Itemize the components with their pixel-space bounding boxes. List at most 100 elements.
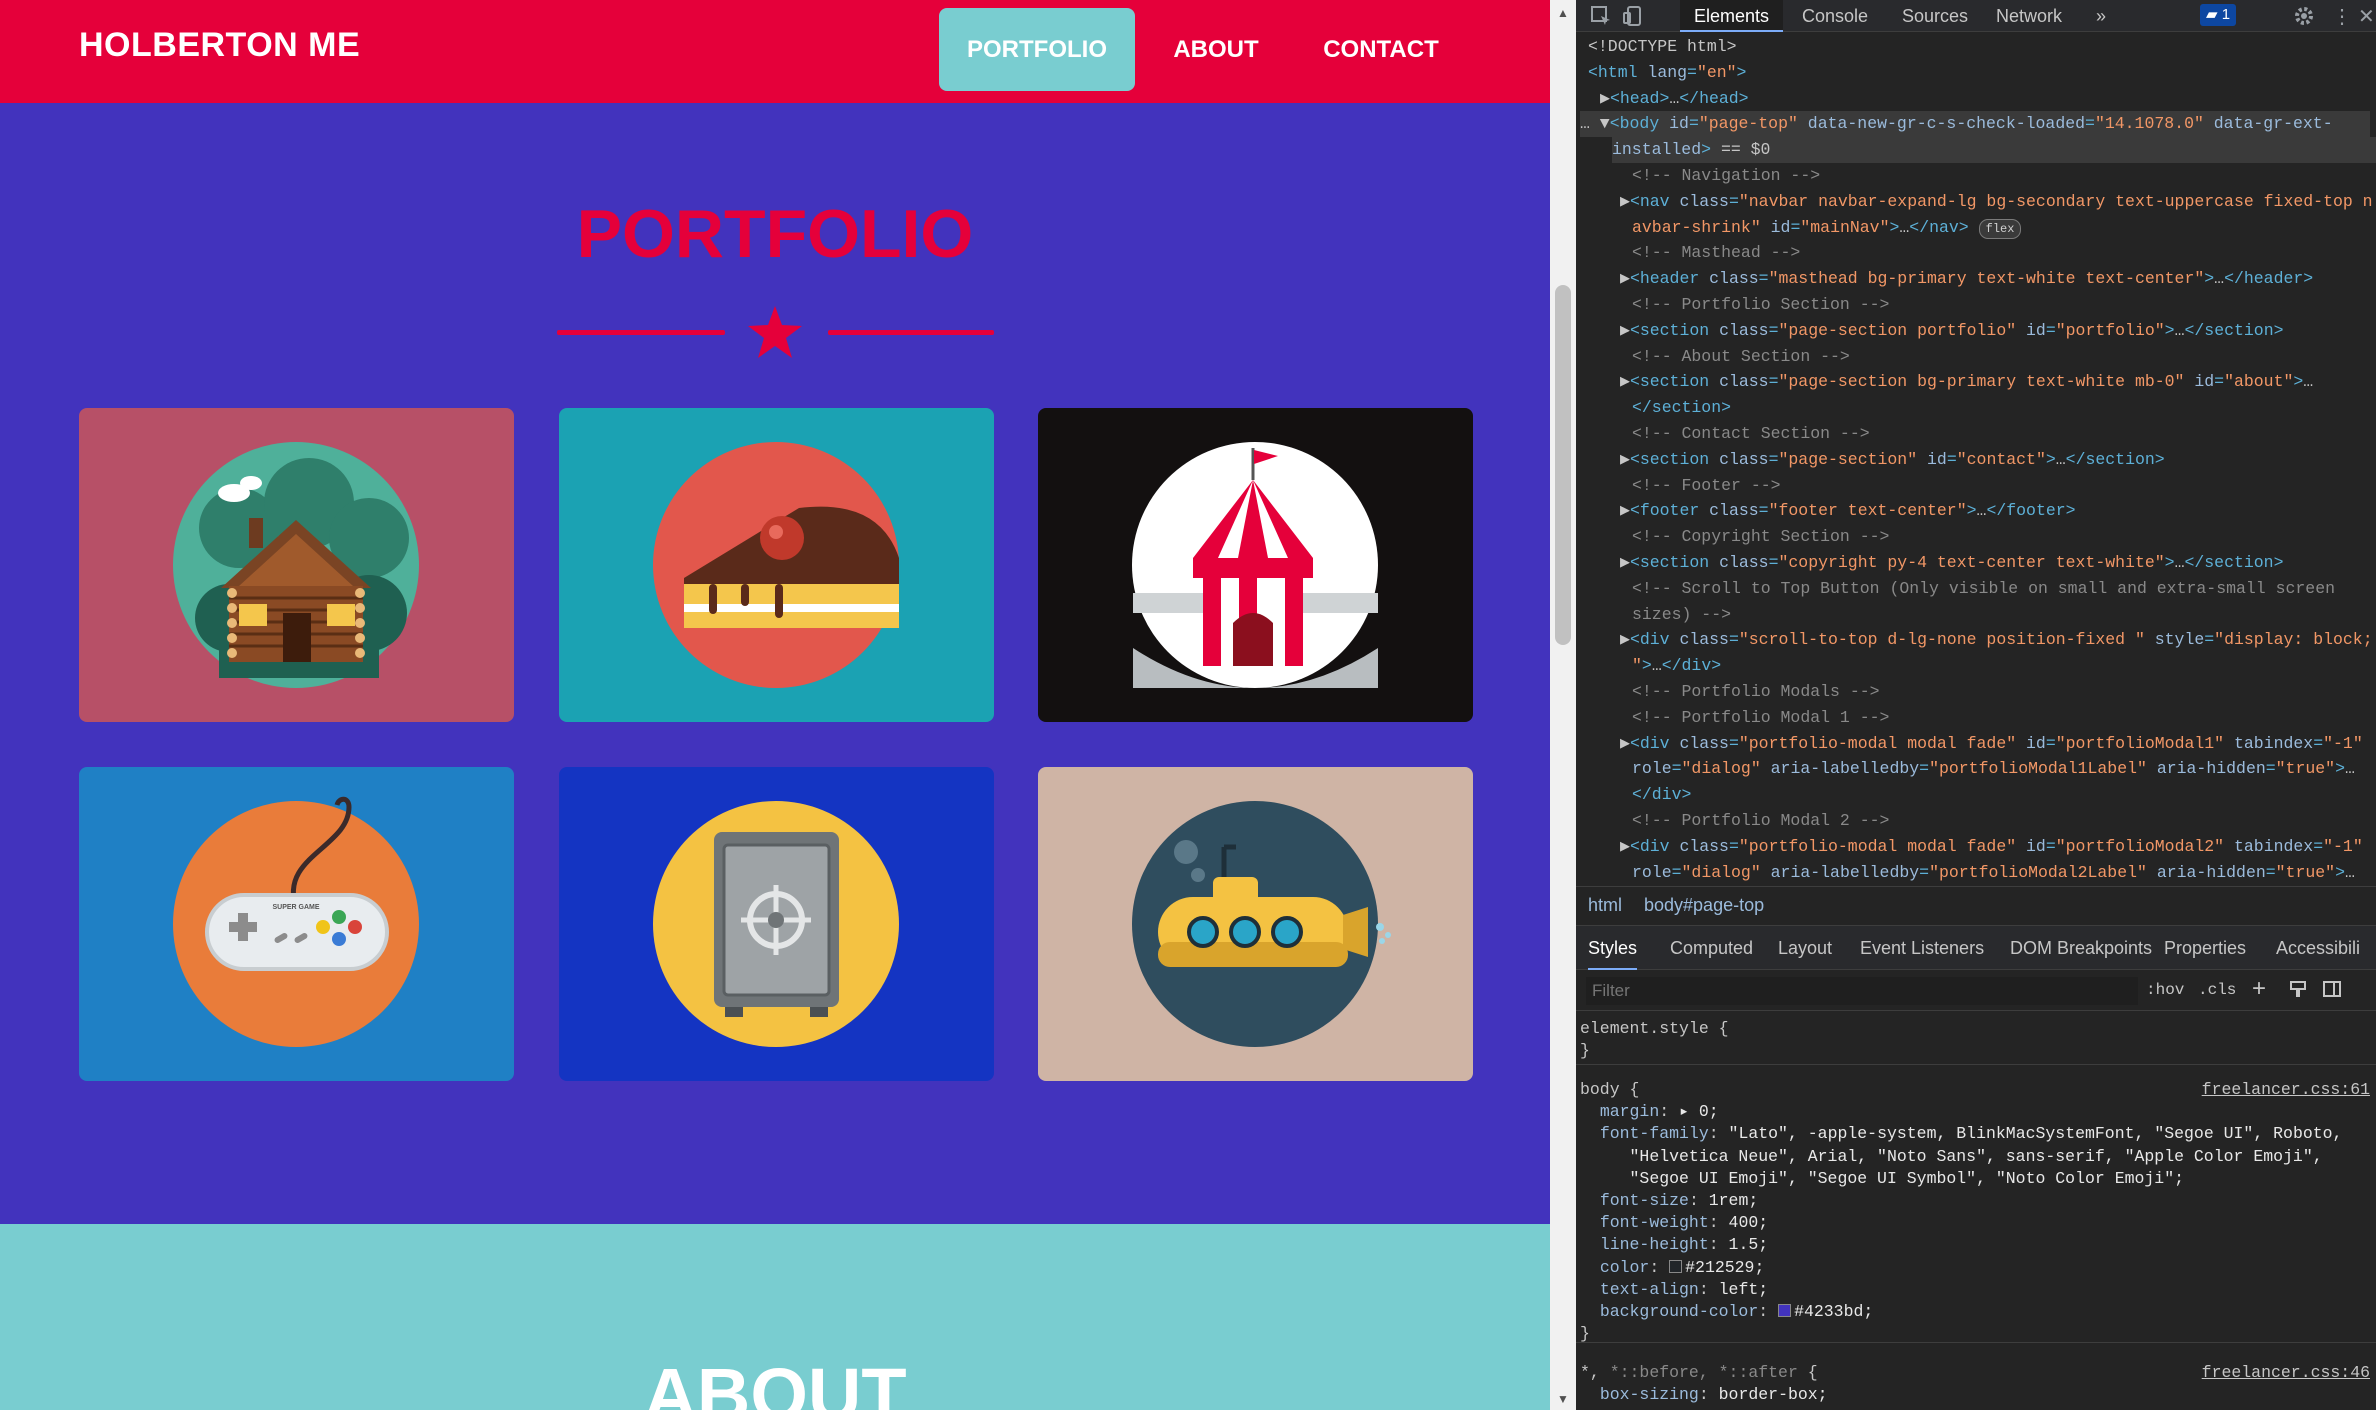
game-controller-icon: SUPER GAME: [79, 767, 514, 1081]
breadcrumb: html body#page-top: [1576, 886, 2376, 926]
new-style-rule-icon[interactable]: +: [2252, 975, 2266, 1003]
dom-node-line[interactable]: ▶<section class="page-section bg-primary…: [1620, 369, 2376, 395]
nav-link-about[interactable]: ABOUT: [1150, 8, 1282, 91]
style-declaration-line[interactable]: font-weight: 400;: [1580, 1212, 1768, 1234]
dom-node-line[interactable]: ▶<div class="portfolio-modal modal fade"…: [1620, 834, 2376, 860]
dom-node-line[interactable]: </div>: [1632, 782, 2376, 808]
style-declaration-line[interactable]: body {: [1580, 1079, 1639, 1101]
styles-tabbar: Styles Computed Layout Event Listeners D…: [1576, 926, 2376, 970]
dom-node-line[interactable]: <!-- Portfolio Section -->: [1632, 292, 2376, 318]
style-declaration-line[interactable]: "Helvetica Neue", Arial, "Noto Sans", sa…: [1580, 1146, 2323, 1168]
dom-node-line[interactable]: installed> == $0: [1612, 137, 2376, 163]
tab-styles[interactable]: Styles: [1588, 926, 1638, 970]
dom-node-line[interactable]: ▶<nav class="navbar navbar-expand-lg bg-…: [1620, 189, 2376, 215]
stylesheet-source-link[interactable]: freelancer.css:61: [2202, 1079, 2370, 1101]
dom-node-line[interactable]: ▶<div class="scroll-to-top d-lg-none pos…: [1620, 627, 2376, 653]
gear-icon[interactable]: [2292, 4, 2316, 28]
scroll-up-arrow-icon[interactable]: ▲: [1557, 6, 1569, 20]
tab-sources[interactable]: Sources: [1902, 0, 1968, 32]
dom-node-line[interactable]: role="dialog" aria-labelledby="portfolio…: [1632, 756, 2376, 782]
dom-node-line[interactable]: <!-- Contact Section -->: [1632, 421, 2376, 447]
dom-node-line[interactable]: <!-- Copyright Section -->: [1632, 524, 2376, 550]
portfolio-item-cabin[interactable]: [79, 408, 514, 722]
inspect-element-icon[interactable]: [1590, 5, 1612, 27]
portfolio-item-submarine[interactable]: [1038, 767, 1473, 1081]
style-declaration-line[interactable]: line-height: 1.5;: [1580, 1234, 1768, 1256]
page-scrollbar[interactable]: ▲ ▼: [1550, 0, 1576, 1410]
dom-node-line[interactable]: <!-- Scroll to Top Button (Only visible …: [1632, 576, 2376, 602]
dom-node-line[interactable]: <!-- Portfolio Modal 1 -->: [1632, 705, 2376, 731]
style-declaration-line[interactable]: font-family: "Lato", -apple-system, Blin…: [1580, 1123, 2343, 1145]
portfolio-item-safe[interactable]: [559, 767, 994, 1081]
brand-link[interactable]: HOLBERTON ME: [79, 26, 360, 65]
style-declaration-line[interactable]: }: [1580, 1407, 1590, 1410]
style-declaration-line[interactable]: text-align: left;: [1580, 1279, 1768, 1301]
close-icon[interactable]: ✕: [2358, 4, 2375, 29]
style-declaration-line[interactable]: background-color: #4233bd;: [1580, 1301, 1873, 1323]
tab-layout[interactable]: Layout: [1778, 926, 1832, 970]
dom-node-line[interactable]: <!-- About Section -->: [1632, 344, 2376, 370]
nav-link-contact[interactable]: CONTACT: [1300, 8, 1462, 91]
dom-node-line[interactable]: role="dialog" aria-labelledby="portfolio…: [1632, 860, 2376, 886]
dom-node-line[interactable]: … ▼<body id="page-top" data-new-gr-c-s-c…: [1580, 111, 2370, 138]
dom-node-line[interactable]: ▶<section class="page-section portfolio"…: [1620, 318, 2376, 344]
dom-node-line[interactable]: <!-- Portfolio Modal 2 -->: [1632, 808, 2376, 834]
portfolio-item-circus[interactable]: [1038, 408, 1473, 722]
stylesheet-source-link[interactable]: freelancer.css:46: [2202, 1362, 2370, 1384]
dom-node-line[interactable]: ▶<div class="portfolio-modal modal fade"…: [1620, 731, 2376, 757]
dom-node-line[interactable]: <!-- Masthead -->: [1632, 240, 2376, 266]
dom-node-line[interactable]: ▶<section class="page-section" id="conta…: [1620, 447, 2376, 473]
nav-link-portfolio[interactable]: PORTFOLIO: [939, 8, 1135, 91]
hov-toggle[interactable]: :hov: [2146, 981, 2184, 999]
dom-node-line[interactable]: avbar-shrink" id="mainNav">…</nav> flex: [1632, 215, 2376, 241]
scroll-down-arrow-icon[interactable]: ▼: [1557, 1392, 1569, 1406]
scroll-thumb[interactable]: [1555, 285, 1571, 645]
dom-node-line[interactable]: ">…</div>: [1632, 653, 2376, 679]
style-declaration-line[interactable]: *, *::before, *::after {: [1580, 1362, 1818, 1384]
kebab-menu-icon[interactable]: ⋮: [2332, 4, 2352, 29]
issues-badge[interactable]: ▰ 1: [2200, 4, 2237, 26]
paint-brush-icon[interactable]: [2288, 979, 2308, 999]
tab-event-listeners[interactable]: Event Listeners: [1860, 926, 1984, 970]
style-declaration-line[interactable]: }: [1580, 1040, 1590, 1062]
style-declaration-line[interactable]: margin: ▸ 0;: [1580, 1101, 1719, 1123]
dom-node-line[interactable]: <!DOCTYPE html>: [1588, 34, 2376, 60]
tab-network[interactable]: Network: [1996, 0, 2062, 32]
cls-toggle[interactable]: .cls: [2198, 981, 2236, 999]
website-viewport: HOLBERTON ME PORTFOLIO ABOUT CONTACT POR…: [0, 0, 1550, 1410]
dom-node-line[interactable]: <html lang="en">: [1588, 60, 2376, 86]
tab-dom-breakpoints[interactable]: DOM Breakpoints: [2010, 926, 2152, 970]
dom-node-line[interactable]: ▶<footer class="footer text-center">…</f…: [1620, 498, 2376, 524]
tab-console[interactable]: Console: [1802, 0, 1868, 32]
breadcrumb-html[interactable]: html: [1588, 895, 1622, 916]
dom-node-line[interactable]: <!-- Navigation -->: [1632, 163, 2376, 189]
dom-node-line[interactable]: ▶<header class="masthead bg-primary text…: [1620, 266, 2376, 292]
dom-node-line[interactable]: <!-- Portfolio Modals -->: [1632, 679, 2376, 705]
dom-node-line[interactable]: sizes) -->: [1632, 602, 2376, 628]
tab-properties[interactable]: Properties: [2164, 926, 2246, 970]
tab-accessibility[interactable]: Accessibili: [2276, 926, 2360, 970]
dom-node-line[interactable]: <!-- Footer -->: [1632, 473, 2376, 499]
dom-node-line[interactable]: </section>: [1632, 395, 2376, 421]
portfolio-item-cake[interactable]: [559, 408, 994, 722]
flex-badge[interactable]: flex: [1978, 218, 2022, 239]
breadcrumb-body[interactable]: body#page-top: [1644, 895, 1764, 916]
rule-separator: [1576, 1064, 2376, 1065]
dom-node-line[interactable]: ▶<head>…</head>: [1600, 86, 2376, 112]
device-toolbar-icon[interactable]: [1622, 5, 1644, 27]
style-declaration-line[interactable]: box-sizing: border-box;: [1580, 1384, 1828, 1406]
toggle-sidebar-icon[interactable]: [2322, 979, 2342, 999]
style-declaration-line[interactable]: color: #212529;: [1580, 1257, 1765, 1279]
dom-node-line[interactable]: ▶<section class="copyright py-4 text-cen…: [1620, 550, 2376, 576]
style-declaration-line[interactable]: "Segoe UI Emoji", "Segoe UI Symbol", "No…: [1580, 1168, 2185, 1190]
portfolio-heading: PORTFOLIO: [576, 196, 974, 272]
tab-computed[interactable]: Computed: [1670, 926, 1753, 970]
portfolio-item-controller[interactable]: SUPER GAME: [79, 767, 514, 1081]
tab-elements[interactable]: Elements: [1680, 0, 1784, 32]
navbar: HOLBERTON ME PORTFOLIO ABOUT CONTACT: [0, 0, 1550, 103]
more-tabs-icon[interactable]: »: [2096, 0, 2106, 32]
style-declaration-line[interactable]: element.style {: [1580, 1018, 1729, 1040]
styles-filter-input[interactable]: [1586, 977, 2138, 1005]
style-declaration-line[interactable]: font-size: 1rem;: [1580, 1190, 1758, 1212]
styles-pane: element.style {} body { margin: ▸ 0; font…: [1576, 1012, 2376, 1410]
